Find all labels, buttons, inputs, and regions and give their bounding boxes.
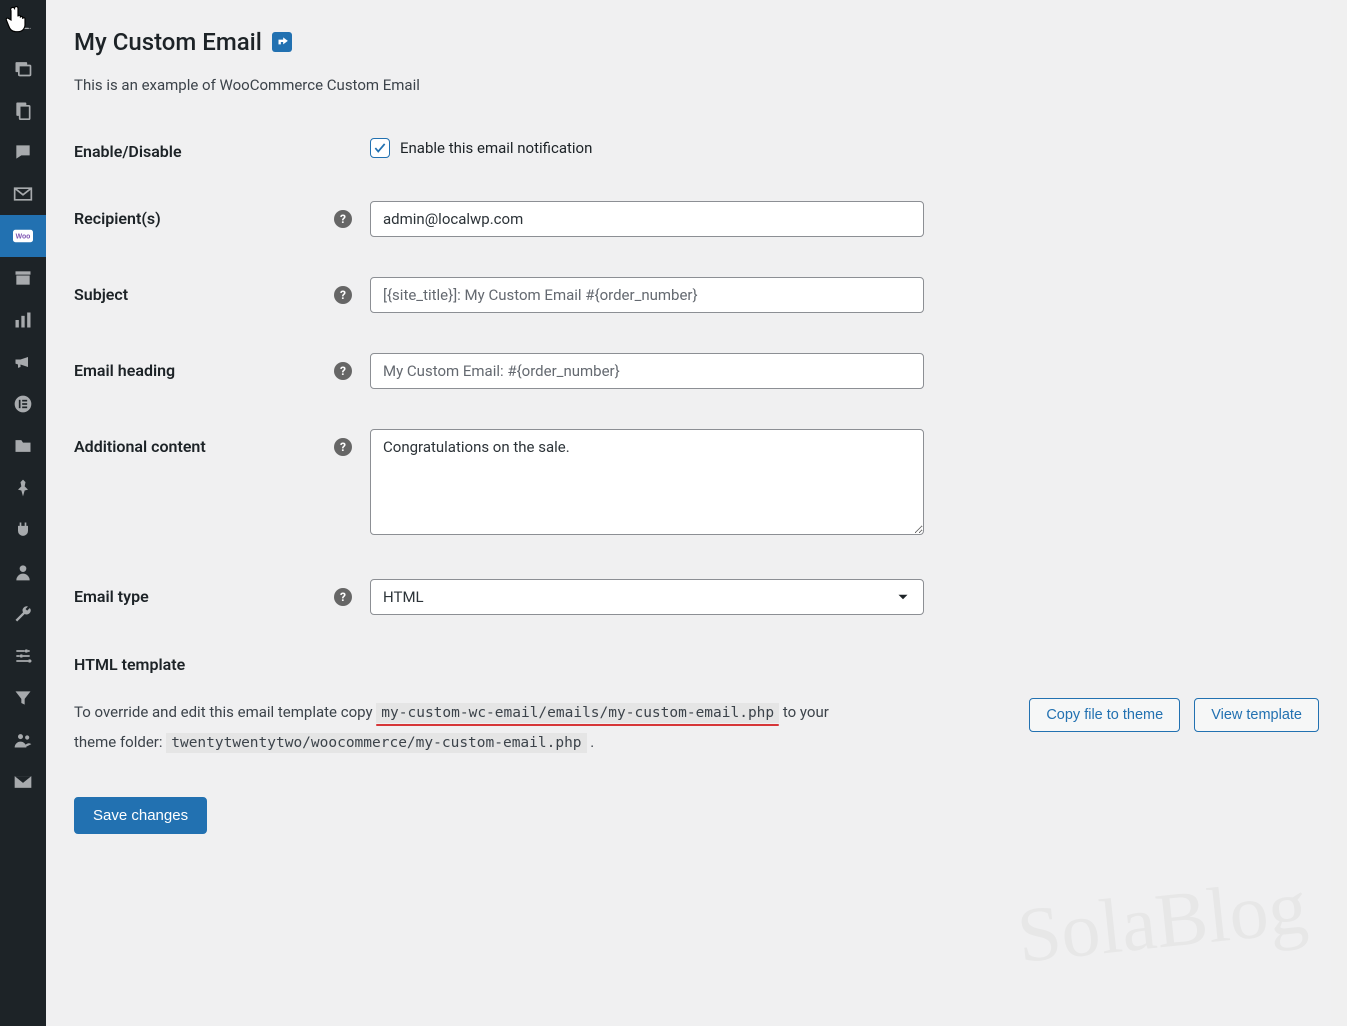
- enable-checkbox[interactable]: [370, 138, 390, 158]
- label-heading: Email heading: [74, 361, 175, 380]
- enable-checkbox-label: Enable this email notification: [400, 139, 592, 157]
- save-changes-button[interactable]: Save changes: [74, 797, 207, 834]
- sidebar-item-group[interactable]: [0, 719, 46, 761]
- page-description: This is an example of WooCommerce Custom…: [74, 76, 1319, 94]
- sidebar-item-mail[interactable]: [0, 173, 46, 215]
- help-icon-subject[interactable]: ?: [334, 286, 352, 304]
- sidebar-item-archive[interactable]: [0, 257, 46, 299]
- sidebar-item-folder[interactable]: [0, 425, 46, 467]
- sidebar-item-marketing[interactable]: [0, 341, 46, 383]
- pages-icon: [13, 100, 33, 120]
- sidebar-item-analytics[interactable]: [0, 299, 46, 341]
- label-recipients: Recipient(s): [74, 209, 161, 228]
- envelope-icon: [13, 772, 33, 792]
- group-icon: [13, 730, 33, 750]
- copy-file-button[interactable]: Copy file to theme: [1029, 698, 1180, 732]
- view-template-button[interactable]: View template: [1194, 698, 1319, 732]
- sidebar-item-pages[interactable]: [0, 89, 46, 131]
- help-icon-heading[interactable]: ?: [334, 362, 352, 380]
- sidebar-item-users[interactable]: [0, 551, 46, 593]
- recipients-input[interactable]: [370, 201, 924, 237]
- row-recipients: Recipient(s) ?: [74, 201, 1319, 237]
- template-text-1: To override and edit this email template…: [74, 703, 376, 721]
- check-icon: [373, 141, 387, 155]
- funnel-icon: [13, 688, 33, 708]
- vertical-scrollbar[interactable]: [1331, 0, 1347, 1026]
- sliders-icon: [13, 646, 33, 666]
- row-additional: Additional content ? Congratulations on …: [74, 429, 1319, 539]
- template-source-path: my-custom-wc-email/emails/my-custom-emai…: [376, 703, 779, 723]
- sidebar-item-filter[interactable]: [0, 677, 46, 719]
- mail-icon: [13, 184, 33, 204]
- additional-content-textarea[interactable]: Congratulations on the sale.: [370, 429, 924, 535]
- analytics-icon: [13, 310, 33, 330]
- admin-sidebar: Woo: [0, 0, 46, 1026]
- row-enable: Enable/Disable Enable this email notific…: [74, 134, 1319, 161]
- media-icon: [13, 58, 33, 78]
- person-icon: [13, 562, 33, 582]
- sidebar-item-woocommerce[interactable]: Woo: [0, 215, 46, 257]
- help-icon-email-type[interactable]: ?: [334, 588, 352, 606]
- sidebar-item-media[interactable]: [0, 47, 46, 89]
- help-icon-additional[interactable]: ?: [334, 438, 352, 456]
- sidebar-item-envelope[interactable]: [0, 761, 46, 803]
- row-subject: Subject ?: [74, 277, 1319, 313]
- sidebar-item-plugins[interactable]: [0, 509, 46, 551]
- comments-icon: [13, 142, 33, 162]
- email-type-select[interactable]: HTML: [370, 579, 924, 615]
- sidebar-item-tools[interactable]: [0, 593, 46, 635]
- megaphone-icon: [13, 352, 33, 372]
- sidebar-item-comments[interactable]: [0, 131, 46, 173]
- page-title-text: My Custom Email: [74, 28, 262, 56]
- sidebar-item-sliders[interactable]: [0, 635, 46, 677]
- subject-input[interactable]: [370, 277, 924, 313]
- template-text-3: .: [587, 733, 595, 751]
- return-arrow-icon: [275, 35, 289, 49]
- plug-icon: [13, 520, 33, 540]
- elementor-icon: [13, 394, 33, 414]
- folder-icon: [13, 436, 33, 456]
- heading-input[interactable]: [370, 353, 924, 389]
- svg-text:Woo: Woo: [16, 234, 31, 241]
- label-additional: Additional content: [74, 437, 206, 456]
- page-title: My Custom Email: [74, 28, 1319, 56]
- wrench-icon: [13, 604, 33, 624]
- label-email-type: Email type: [74, 587, 149, 606]
- row-heading: Email heading ?: [74, 353, 1319, 389]
- main-content: My Custom Email This is an example of Wo…: [46, 0, 1347, 1026]
- thumbtack-icon: [13, 478, 33, 498]
- html-template-label: HTML template: [74, 655, 1319, 674]
- pin-icon: [13, 16, 33, 36]
- template-row: To override and edit this email template…: [74, 698, 1319, 757]
- help-icon-recipients[interactable]: ?: [334, 210, 352, 228]
- sidebar-item-pin[interactable]: [0, 5, 46, 47]
- label-subject: Subject: [74, 285, 128, 304]
- back-badge[interactable]: [272, 32, 292, 52]
- sidebar-item-elementor[interactable]: [0, 383, 46, 425]
- sidebar-item-thumbtack[interactable]: [0, 467, 46, 509]
- template-override-text: To override and edit this email template…: [74, 698, 854, 757]
- label-enable: Enable/Disable: [74, 134, 370, 161]
- archive-icon: [13, 268, 33, 288]
- woo-icon: Woo: [13, 226, 33, 246]
- template-dest-path: twentytwentytwo/woocommerce/my-custom-em…: [166, 733, 586, 753]
- row-email-type: Email type ? HTML: [74, 579, 1319, 615]
